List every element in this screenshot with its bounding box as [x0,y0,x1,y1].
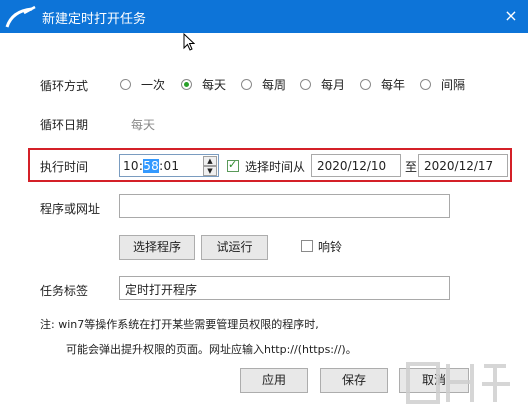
loop-mode-label: 循环方式 [40,79,89,93]
loop-radio-once[interactable]: 一次 [120,76,165,92]
window-title: 新建定时打开任务 [42,12,147,27]
note-line-2: 可能会弹出提升权限的页面。网址应输入http://(https://)。 [66,343,357,356]
ring-checkbox[interactable] [301,240,313,252]
ring-label: 响铃 [318,240,343,254]
loop-radio-daily[interactable]: 每天 [181,76,226,92]
radio-selected-icon [181,78,192,90]
program-label: 程序或网址 [40,202,101,216]
time-second[interactable]: 01 [163,159,179,173]
radio-circle-icon [420,78,431,90]
loop-date-value: 每天 [131,118,156,132]
date-from-input[interactable]: 2020/12/10 [311,154,401,177]
time-picker[interactable]: 10:58:01 ▲ ▼ [119,154,219,177]
loop-radio-interval[interactable]: 间隔 [420,76,465,92]
time-range-label: 选择时间从 [245,160,306,174]
radio-circle-icon [241,78,252,90]
loop-radio-weekly[interactable]: 每周 [241,76,286,92]
task-tag-input[interactable]: 定时打开程序 [119,276,450,300]
loop-radio-label: 每年 [381,77,406,92]
close-button[interactable]: × [502,7,520,25]
save-button[interactable]: 保存 [320,368,388,393]
date-to-label: 至 [405,160,418,174]
time-minute[interactable]: 58 [143,159,160,173]
loop-radio-label: 间隔 [441,77,466,92]
select-program-button[interactable]: 选择程序 [119,235,195,260]
apply-button[interactable]: 应用 [240,368,308,393]
radio-circle-icon [360,78,371,90]
time-range-checkbox[interactable] [227,158,239,172]
time-value: 10:58:01 [123,159,179,173]
loop-radio-monthly[interactable]: 每月 [300,76,345,92]
note-line-1: 注: win7等操作系统在打开某些需要管理员权限的程序时, [40,318,319,331]
loop-date-label: 循环日期 [40,118,89,132]
title-bar: 新建定时打开任务 × [0,0,528,33]
radio-circle-icon [120,78,131,90]
loop-radio-label: 每天 [202,77,227,92]
loop-radio-yearly[interactable]: 每年 [360,76,405,92]
loop-radio-label: 每月 [321,77,346,92]
test-run-button[interactable]: 试运行 [201,235,268,260]
time-hour[interactable]: 10 [123,159,139,173]
watermark-logo-icon [406,362,510,404]
program-input[interactable] [119,194,450,218]
task-tag-label: 任务标签 [40,284,89,298]
app-logo-icon [5,5,36,28]
mouse-cursor-icon [183,33,195,51]
loop-radio-label: 每周 [262,77,287,92]
exec-time-label: 执行时间 [40,160,89,174]
loop-radio-label: 一次 [141,77,166,92]
spin-down-icon[interactable]: ▼ [203,166,217,176]
spin-up-icon[interactable]: ▲ [203,156,217,166]
radio-circle-icon [300,78,311,90]
date-to-input[interactable]: 2020/12/17 [418,154,508,177]
